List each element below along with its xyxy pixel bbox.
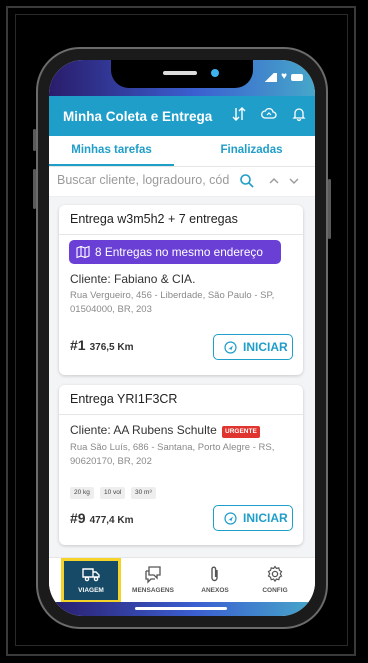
task-title: Entrega YRI1F3CR: [70, 392, 178, 406]
banner-text: 8 Entregas no mesmo endereço: [95, 245, 263, 259]
cloud-sync-icon[interactable]: [261, 106, 277, 122]
signal-icon: [261, 72, 278, 82]
nav-label: MENSAGENS: [132, 587, 174, 594]
task-number-value: #9: [70, 510, 86, 526]
phone-button-right: [328, 179, 331, 239]
task-distance: 376,5 Km: [89, 342, 134, 353]
wifi-icon: ♥: [281, 71, 287, 82]
map-icon: [76, 245, 90, 259]
chat-icon: [145, 566, 161, 584]
task-card[interactable]: Entrega w3m5h2 + 7 entregas 8 Entregas n…: [59, 205, 303, 375]
task-list: Entrega w3m5h2 + 7 entregas 8 Entregas n…: [49, 197, 315, 557]
search-icon[interactable]: [239, 173, 255, 189]
nav-label: ANEXOS: [201, 587, 229, 594]
chevron-up-icon[interactable]: [267, 174, 281, 188]
truck-icon: [82, 568, 100, 582]
tab-minhas-tarefas[interactable]: Minhas tarefas: [49, 136, 174, 166]
task-number: #9 477,4 Km: [70, 510, 134, 526]
divider: [59, 414, 303, 415]
task-number: #1 376,5 Km: [70, 337, 134, 353]
phone-button-left-1: [33, 129, 36, 151]
phone-device: ♥ Minha Coleta e Entrega Minhas tarefas …: [33, 47, 331, 629]
app-title: Minha Coleta e Entrega: [63, 108, 213, 124]
task-card[interactable]: Entrega YRI1F3CR Cliente: AA Rubens Schu…: [59, 385, 303, 545]
camera-dot: [211, 69, 219, 77]
start-button-label: INICIAR: [243, 511, 288, 525]
nav-mensagens[interactable]: MENSAGENS: [123, 558, 183, 603]
bottom-nav: VIAGEM MENSAGENS ANEXOS CONFIG: [49, 557, 315, 603]
task-distance: 477,4 Km: [89, 515, 134, 526]
navigation-icon: [224, 341, 237, 354]
nav-viagem[interactable]: VIAGEM: [61, 558, 121, 603]
battery-icon: [291, 73, 303, 81]
nav-label: CONFIG: [262, 587, 288, 594]
task-number-value: #1: [70, 337, 86, 353]
paperclip-icon: [211, 566, 218, 582]
search-bar[interactable]: Buscar cliente, logradouro, cód: [49, 166, 315, 197]
gear-icon: [267, 565, 283, 583]
app-bar: Minha Coleta e Entrega: [49, 96, 315, 136]
weight-tag: 20 kg: [70, 487, 94, 499]
cubage-tag: 30 m³: [131, 487, 156, 499]
chevron-down-icon[interactable]: [287, 174, 301, 188]
tab-finalizadas[interactable]: Finalizadas: [194, 136, 309, 166]
client-name: Cliente: AA Rubens Schulte: [70, 423, 217, 437]
nav-anexos[interactable]: ANEXOS: [185, 558, 245, 603]
nav-config[interactable]: CONFIG: [245, 558, 305, 603]
divider: [59, 234, 303, 235]
client-address: Rua São Luís, 686 - Santana, Porto Alegr…: [70, 442, 275, 467]
home-indicator[interactable]: [135, 607, 227, 610]
notch: [111, 60, 253, 88]
status-icons: ♥: [261, 72, 303, 82]
search-input[interactable]: Buscar cliente, logradouro, cód: [57, 173, 237, 187]
navigation-icon: [224, 512, 237, 525]
phone-button-left-2: [33, 169, 36, 209]
start-button[interactable]: INICIAR: [213, 505, 293, 531]
client-address: Rua Vergueiro, 456 - Liberdade, São Paul…: [70, 290, 275, 315]
same-address-banner[interactable]: 8 Entregas no mesmo endereço: [69, 240, 281, 264]
phone-screen: ♥ Minha Coleta e Entrega Minhas tarefas …: [49, 60, 315, 616]
sort-icon[interactable]: [231, 106, 247, 122]
bell-icon[interactable]: [291, 106, 307, 122]
client-name: Cliente: Fabiano & CIA.: [70, 272, 196, 286]
app-bar-actions: [231, 106, 307, 122]
tab-bar: Minhas tarefas Finalizadas: [49, 136, 315, 167]
volume-tag: 10 vol: [100, 487, 126, 499]
start-button[interactable]: INICIAR: [213, 334, 293, 360]
urgent-badge: URGENTE: [222, 426, 260, 438]
nav-label: VIAGEM: [78, 587, 104, 594]
speaker-grille: [163, 71, 197, 75]
status-bar: ♥: [49, 60, 315, 96]
home-indicator-area: [49, 602, 315, 616]
task-title: Entrega w3m5h2 + 7 entregas: [70, 212, 238, 226]
start-button-label: INICIAR: [243, 340, 288, 354]
